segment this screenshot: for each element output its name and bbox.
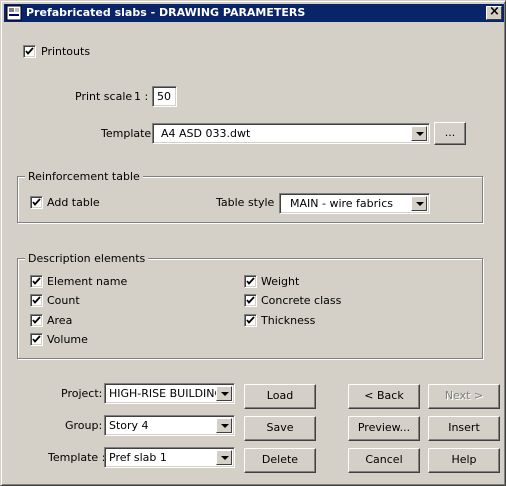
description-group-label: Description elements: [25, 252, 149, 265]
save-button[interactable]: Save: [244, 416, 316, 441]
area-label[interactable]: Area: [47, 314, 72, 327]
printouts-checkbox[interactable]: [23, 45, 36, 58]
add-table-checkbox[interactable]: [30, 196, 43, 209]
printouts-label[interactable]: Printouts: [41, 45, 90, 58]
area-checkbox[interactable]: [30, 314, 43, 327]
template-file-combo[interactable]: A4 ASD 033.dwt: [152, 123, 430, 144]
project-combo[interactable]: HIGH-RISE BUILDING: [104, 383, 235, 404]
element-name-label[interactable]: Element name: [47, 275, 127, 288]
template-file-label: Template: [101, 127, 152, 140]
cancel-button[interactable]: Cancel: [348, 448, 420, 473]
weight-label[interactable]: Weight: [261, 275, 299, 288]
app-icon: [6, 5, 22, 21]
project-label: Project:: [61, 387, 103, 400]
volume-checkbox[interactable]: [30, 333, 43, 346]
volume-label[interactable]: Volume: [47, 333, 88, 346]
check-icon: [32, 277, 41, 285]
count-checkbox[interactable]: [30, 294, 43, 307]
thickness-label[interactable]: Thickness: [261, 314, 315, 327]
template-combo[interactable]: Pref slab 1: [104, 447, 235, 468]
element-name-checkbox[interactable]: [30, 275, 43, 288]
concrete-class-checkbox[interactable]: [244, 294, 257, 307]
print-scale-input[interactable]: 50: [152, 86, 177, 107]
check-icon: [32, 316, 41, 324]
check-icon: [246, 277, 255, 285]
check-icon: [246, 316, 255, 324]
add-table-label[interactable]: Add table: [47, 196, 100, 209]
print-scale-prefix: 1 :: [134, 90, 149, 103]
next-button[interactable]: Next >: [428, 384, 500, 409]
concrete-class-label[interactable]: Concrete class: [261, 294, 341, 307]
load-button[interactable]: Load: [244, 384, 316, 409]
chevron-down-icon[interactable]: [216, 386, 232, 401]
dialog-window: Prefabricated slabs - DRAWING PARAMETERS…: [0, 0, 506, 486]
close-icon: ×: [489, 4, 500, 19]
table-style-label: Table style: [216, 196, 275, 209]
check-icon: [32, 335, 41, 343]
chevron-down-icon[interactable]: [411, 126, 427, 141]
check-icon: [32, 198, 41, 206]
check-icon: [32, 296, 41, 304]
help-button[interactable]: Help: [428, 448, 500, 473]
browse-button[interactable]: ...: [434, 122, 466, 145]
chevron-down-icon[interactable]: [216, 450, 232, 465]
group-label: Group:: [65, 419, 103, 432]
template-label: Template :: [48, 451, 106, 464]
title-bar[interactable]: Prefabricated slabs - DRAWING PARAMETERS…: [4, 4, 504, 22]
chevron-down-icon[interactable]: [411, 196, 427, 211]
check-icon: [246, 296, 255, 304]
print-scale-label: Print scale: [75, 90, 133, 103]
group-combo[interactable]: Story 4: [104, 415, 235, 436]
chevron-down-icon[interactable]: [216, 418, 232, 433]
back-button[interactable]: < Back: [348, 384, 420, 409]
delete-button[interactable]: Delete: [244, 448, 316, 473]
window-title: Prefabricated slabs - DRAWING PARAMETERS: [26, 6, 306, 19]
table-style-combo[interactable]: MAIN - wire fabrics: [279, 193, 430, 214]
preview-button[interactable]: Preview...: [348, 416, 420, 441]
check-icon: [25, 47, 34, 55]
reinforcement-group-label: Reinforcement table: [25, 170, 143, 183]
thickness-checkbox[interactable]: [244, 314, 257, 327]
count-label[interactable]: Count: [47, 294, 80, 307]
close-button[interactable]: ×: [486, 4, 502, 20]
weight-checkbox[interactable]: [244, 275, 257, 288]
insert-button[interactable]: Insert: [428, 416, 500, 441]
